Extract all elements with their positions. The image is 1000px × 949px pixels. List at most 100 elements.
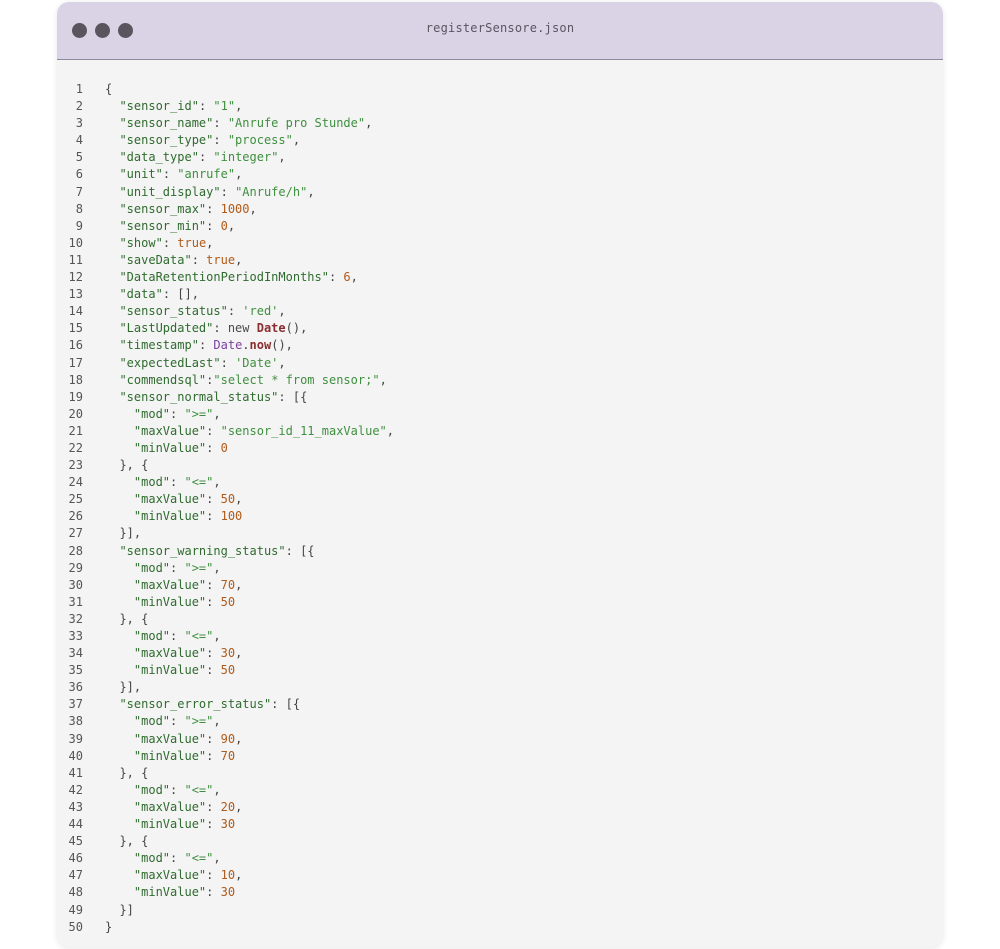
code-token: (), <box>271 338 293 353</box>
line-number: 9 <box>75 218 83 233</box>
code-token: , <box>350 270 358 285</box>
code-token: ">=" <box>184 714 214 729</box>
code-token: 10 <box>220 868 236 883</box>
code-line: 10 "show": true, <box>57 235 943 252</box>
code-token: 100 <box>220 509 243 524</box>
code-line: 45 }, { <box>57 833 943 850</box>
code-token: }] <box>105 902 134 917</box>
code-line: 19 "sensor_normal_status": [{ <box>57 389 943 406</box>
code-token: "sensor_id_11_maxValue" <box>220 423 387 438</box>
code-token: , <box>278 304 286 319</box>
code-token: "maxValue" <box>133 868 207 883</box>
line-number: 16 <box>68 338 83 353</box>
code-token: : <box>206 663 221 678</box>
code-token: "select * from sensor;" <box>213 372 380 387</box>
code-token: , <box>292 133 301 148</box>
code-token: : [{ <box>278 389 308 404</box>
code-token: "sensor_type" <box>119 133 214 148</box>
code-line: 40 "minValue": 70 <box>57 748 943 765</box>
window-title: registerSensore.json <box>425 21 575 35</box>
code-token: }], <box>105 680 142 695</box>
line-number: 26 <box>68 509 83 524</box>
line-number: 1 <box>75 82 83 96</box>
code-token: : <box>170 714 185 729</box>
code-token: : <box>213 133 228 148</box>
code-token: , <box>235 731 243 746</box>
code-token: , <box>235 799 243 814</box>
code-token: "minValue" <box>133 817 207 832</box>
line-number: 7 <box>75 184 83 199</box>
code-token: 'red' <box>242 304 279 319</box>
code-token: , <box>278 150 286 165</box>
code-token: : [], <box>162 287 199 302</box>
line-number: 22 <box>68 440 83 455</box>
code-token: , <box>206 235 214 250</box>
code-token: , <box>213 560 221 575</box>
code-token: ">=" <box>184 560 214 575</box>
code-token: "mod" <box>133 714 171 729</box>
code-line: 13 "data": [], <box>57 286 943 303</box>
code-token: "1" <box>213 99 236 114</box>
code-line: 15 "LastUpdated": new Date(), <box>57 320 943 337</box>
code-token: : <box>206 492 221 507</box>
code-line: 24 "mod": "<=", <box>57 474 943 491</box>
code-token: : <box>191 252 207 267</box>
code-line: 35 "minValue": 50 <box>57 662 943 679</box>
code-token: "minValue" <box>133 440 207 455</box>
code-token: : <box>206 440 221 455</box>
code-token: "sensor_min" <box>119 218 207 233</box>
code-token: "timestamp" <box>119 338 199 353</box>
code-token: "<=" <box>184 851 214 866</box>
line-number: 12 <box>68 270 83 285</box>
code-token: "mod" <box>133 629 171 643</box>
code-token: "maxValue" <box>133 799 207 814</box>
code-token: "maxValue" <box>133 423 207 438</box>
code-line: 9 "sensor_min": 0, <box>57 218 943 235</box>
code-line: 48 "minValue": 30 <box>57 884 943 901</box>
line-number: 24 <box>68 475 83 490</box>
code-token: 50 <box>220 492 236 507</box>
line-number: 2 <box>75 99 83 114</box>
code-token: 70 <box>220 748 236 763</box>
code-line: 32 }, { <box>57 611 943 628</box>
code-token: 0 <box>220 440 228 455</box>
code-token: "sensor_max" <box>119 201 207 216</box>
line-number: 11 <box>68 252 83 267</box>
code-line: 41 }, { <box>57 765 943 782</box>
code-token: "mod" <box>133 782 171 797</box>
code-token: ">=" <box>184 406 214 421</box>
code-token: "mod" <box>133 560 171 575</box>
line-number: 23 <box>68 458 83 473</box>
code-token: , <box>235 167 243 182</box>
code-token: , <box>213 475 221 490</box>
code-block: 1{2 "sensor_id": "1", 3 "sensor_name": "A… <box>57 81 943 936</box>
code-token: , <box>235 577 243 592</box>
code-line: 22 "minValue": 0 <box>57 440 943 457</box>
code-line: 11 "saveData": true, <box>57 252 943 269</box>
code-token: 50 <box>220 663 236 678</box>
line-number: 35 <box>68 663 83 678</box>
code-line: 16 "timestamp": Date.now(), <box>57 337 943 354</box>
code-token: 20 <box>220 799 236 814</box>
line-number: 43 <box>68 799 83 814</box>
code-line: 25 "maxValue": 50, <box>57 491 943 508</box>
code-token: "expectedLast" <box>119 355 221 370</box>
line-number: 50 <box>68 919 83 934</box>
code-line: 5 "data_type": "integer", <box>57 149 943 166</box>
code-token: 'Date' <box>235 355 279 370</box>
line-number: 49 <box>68 902 83 917</box>
